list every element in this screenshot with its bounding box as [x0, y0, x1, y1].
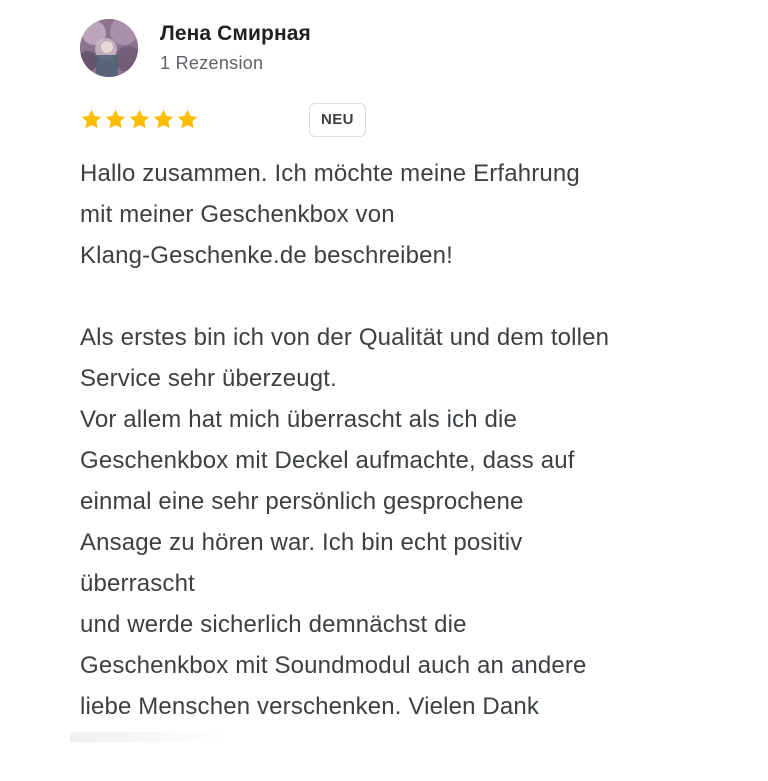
review-text-line: liebe Menschen verschenken. Vielen Dank	[80, 693, 540, 720]
review-text-line: überrascht	[80, 570, 195, 597]
star-icon	[80, 108, 103, 131]
rating-row: NEU	[80, 103, 380, 137]
review-text-line: Vor allem hat mich überrascht als ich di…	[80, 406, 518, 433]
review-text-line: und werde sicherlich demnächst die	[80, 611, 467, 638]
review-text-line: einmal eine sehr persönlich gesprochene	[80, 488, 524, 515]
scroll-fade	[70, 732, 230, 742]
review-body: Hallo zusammen. Ich möchte meine Erfahru…	[80, 153, 720, 727]
user-avatar[interactable]	[80, 19, 138, 77]
new-badge: NEU	[309, 103, 366, 137]
review-text-line: Klang-Geschenke.de beschreiben!	[80, 242, 453, 269]
review-text-line: Hallo zusammen. Ich möchte meine Erfahru…	[80, 160, 580, 187]
avatar-photo-icon	[80, 19, 138, 77]
paragraph-break	[80, 276, 720, 317]
star-icon	[152, 108, 175, 131]
review-text-line: mit meiner Geschenkbox von	[80, 201, 395, 228]
author-review-count: 1 Rezension	[160, 53, 264, 73]
review-text-line: Als erstes bin ich von der Qualität und …	[80, 324, 610, 351]
review-text-line: Ansage zu hören war. Ich bin echt positi…	[80, 529, 523, 556]
star-icon	[128, 108, 151, 131]
author-info: Лена Смирная 1 Rezension	[160, 21, 311, 75]
review-header: Лена Смирная 1 Rezension	[80, 18, 311, 78]
author-name[interactable]: Лена Смирная	[160, 21, 311, 47]
review-text-line: Service sehr überzeugt.	[80, 365, 337, 392]
review-text-line: Geschenkbox mit Deckel aufmachte, dass a…	[80, 447, 575, 474]
review-card: Лена Смирная 1 Rezension NEU Hallo zusam…	[0, 0, 768, 781]
star-rating	[80, 108, 200, 131]
review-text-line: Geschenkbox mit Soundmodul auch an ander…	[80, 652, 587, 679]
star-icon	[176, 108, 199, 131]
star-icon	[104, 108, 127, 131]
